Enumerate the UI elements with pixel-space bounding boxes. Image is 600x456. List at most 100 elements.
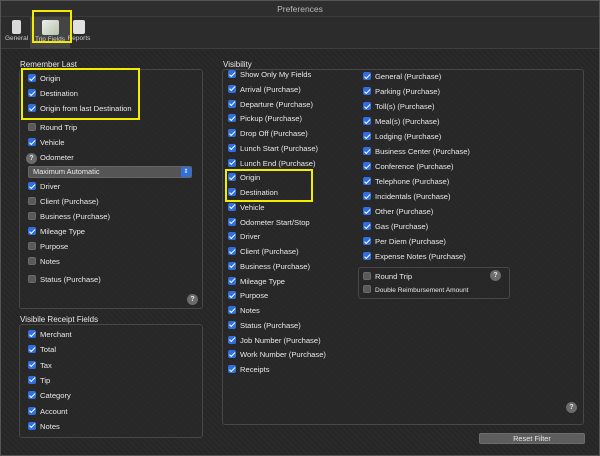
remember-help-icon[interactable]: ? bbox=[187, 294, 198, 305]
visibility-help-icon[interactable]: ? bbox=[566, 402, 577, 413]
checkbox[interactable] bbox=[363, 252, 371, 260]
round-trip-help-icon[interactable]: ? bbox=[490, 270, 501, 281]
checkbox[interactable] bbox=[28, 330, 36, 338]
checkbox[interactable] bbox=[228, 158, 236, 167]
receipt-field-row[interactable]: Tip bbox=[28, 375, 50, 387]
checkbox[interactable] bbox=[28, 391, 36, 400]
checkbox[interactable] bbox=[363, 177, 371, 185]
remember-client[interactable]: Client (Purchase) bbox=[28, 196, 99, 208]
remember-purpose[interactable]: Purpose bbox=[28, 241, 68, 253]
checkbox[interactable] bbox=[28, 227, 36, 235]
checkbox[interactable] bbox=[28, 182, 36, 190]
checkbox[interactable] bbox=[228, 306, 236, 315]
checkbox[interactable] bbox=[28, 257, 36, 265]
receipt-field-row[interactable]: Merchant bbox=[28, 329, 72, 341]
visibility-expense-row[interactable]: Gas (Purchase) bbox=[363, 221, 428, 233]
checkbox[interactable] bbox=[363, 132, 371, 140]
checkbox[interactable] bbox=[228, 320, 236, 329]
remember-status[interactable]: Status (Purchase) bbox=[28, 274, 101, 286]
checkbox[interactable] bbox=[228, 365, 236, 374]
visibility-row[interactable]: Driver bbox=[228, 231, 260, 243]
visibility-row[interactable]: Business (Purchase) bbox=[228, 261, 310, 273]
visibility-row[interactable]: Show Only My Fields bbox=[228, 69, 311, 81]
checkbox[interactable] bbox=[228, 247, 236, 256]
checkbox[interactable] bbox=[28, 360, 36, 369]
visibility-expense-row[interactable]: Parking (Purchase) bbox=[363, 86, 440, 98]
visibility-row[interactable]: Notes bbox=[228, 305, 260, 317]
visibility-row[interactable]: Status (Purchase) bbox=[228, 320, 301, 332]
checkbox[interactable] bbox=[228, 84, 236, 93]
checkbox[interactable] bbox=[363, 222, 371, 230]
checkbox[interactable] bbox=[228, 129, 236, 138]
visibility-row[interactable]: Purpose bbox=[228, 290, 268, 302]
visibility-expense-row[interactable]: Meal(s) (Purchase) bbox=[363, 116, 440, 128]
remember-business[interactable]: Business (Purchase) bbox=[28, 211, 110, 223]
remember-mileage-type[interactable]: Mileage Type bbox=[28, 226, 85, 238]
checkbox[interactable] bbox=[228, 350, 236, 359]
visibility-row[interactable]: Mileage Type bbox=[228, 276, 285, 288]
checkbox[interactable] bbox=[28, 275, 36, 283]
receipt-field-row[interactable]: Total bbox=[28, 344, 56, 356]
visibility-expense-row[interactable]: Expense Notes (Purchase) bbox=[363, 251, 466, 263]
remember-round-trip[interactable]: Round Trip bbox=[28, 122, 77, 134]
remember-notes[interactable]: Notes bbox=[28, 256, 60, 268]
visibility-row[interactable]: Departure (Purchase) bbox=[228, 99, 313, 111]
remember-vehicle[interactable]: Vehicle bbox=[28, 137, 65, 149]
visibility-expense-row[interactable]: Telephone (Purchase) bbox=[363, 176, 449, 188]
checkbox[interactable] bbox=[28, 375, 36, 384]
checkbox[interactable] bbox=[28, 345, 36, 354]
odometer-help-icon[interactable]: ? bbox=[26, 153, 37, 164]
receipt-field-row[interactable]: Tax bbox=[28, 360, 52, 372]
remember-driver[interactable]: Driver bbox=[28, 181, 60, 193]
checkbox[interactable] bbox=[363, 207, 371, 215]
checkbox[interactable] bbox=[28, 242, 36, 250]
receipt-field-row[interactable]: Notes bbox=[28, 421, 60, 433]
checkbox[interactable] bbox=[363, 87, 371, 95]
checkbox[interactable] bbox=[228, 261, 236, 270]
visibility-row[interactable]: Arrival (Purchase) bbox=[228, 84, 301, 96]
checkbox[interactable] bbox=[28, 123, 36, 131]
general-tab[interactable]: General bbox=[5, 17, 28, 49]
visibility-row[interactable]: Job Number (Purchase) bbox=[228, 335, 321, 347]
checkbox[interactable] bbox=[228, 276, 236, 285]
visibility-expense-row[interactable]: Toll(s) (Purchase) bbox=[363, 101, 435, 113]
visibility-row[interactable]: Lunch End (Purchase) bbox=[228, 158, 316, 170]
visibility-row[interactable]: Pickup (Purchase) bbox=[228, 113, 302, 125]
reset-filter-button[interactable]: Reset Filter bbox=[479, 433, 585, 444]
checkbox[interactable] bbox=[228, 143, 236, 152]
checkbox[interactable] bbox=[228, 99, 236, 108]
visibility-expense-row[interactable]: Incidentals (Purchase) bbox=[363, 191, 451, 203]
visibility-expense-row[interactable]: Conference (Purchase) bbox=[363, 161, 454, 173]
checkbox[interactable] bbox=[228, 114, 236, 123]
visibility-row[interactable]: Vehicle bbox=[228, 202, 265, 214]
visibility-expense-row[interactable]: General (Purchase) bbox=[363, 71, 441, 83]
visibility-expense-row[interactable]: Business Center (Purchase) bbox=[363, 146, 470, 158]
visibility-expense-row[interactable]: Lodging (Purchase) bbox=[363, 131, 441, 143]
checkbox[interactable] bbox=[228, 335, 236, 344]
checkbox[interactable] bbox=[363, 192, 371, 200]
checkbox[interactable] bbox=[363, 102, 371, 110]
visibility-row[interactable]: Client (Purchase) bbox=[228, 246, 299, 258]
checkbox[interactable] bbox=[363, 285, 371, 293]
checkbox[interactable] bbox=[28, 212, 36, 220]
checkbox[interactable] bbox=[363, 147, 371, 155]
visibility-row[interactable]: Odometer Start/Stop bbox=[228, 217, 310, 229]
checkbox[interactable] bbox=[228, 70, 236, 78]
checkbox[interactable] bbox=[28, 138, 36, 146]
checkbox[interactable] bbox=[228, 202, 236, 211]
checkbox[interactable] bbox=[228, 217, 236, 226]
visibility-row[interactable]: Work Number (Purchase) bbox=[228, 349, 326, 361]
visibility-expense-row[interactable]: Other (Purchase) bbox=[363, 206, 433, 218]
checkbox[interactable] bbox=[28, 421, 36, 430]
checkbox[interactable] bbox=[28, 406, 36, 415]
odometer-select[interactable]: Maximum Automatic ⇕ bbox=[28, 166, 192, 178]
checkbox[interactable] bbox=[363, 162, 371, 170]
visibility-round-trip[interactable]: Round Trip bbox=[363, 271, 412, 283]
visibility-row[interactable]: Drop Off (Purchase) bbox=[228, 128, 308, 140]
checkbox[interactable] bbox=[228, 291, 236, 300]
visibility-expense-row[interactable]: Per Diem (Purchase) bbox=[363, 236, 446, 248]
checkbox[interactable] bbox=[363, 72, 371, 80]
visibility-row[interactable]: Receipts bbox=[228, 364, 270, 376]
visibility-row[interactable]: Lunch Start (Purchase) bbox=[228, 143, 318, 155]
checkbox[interactable] bbox=[363, 272, 371, 280]
